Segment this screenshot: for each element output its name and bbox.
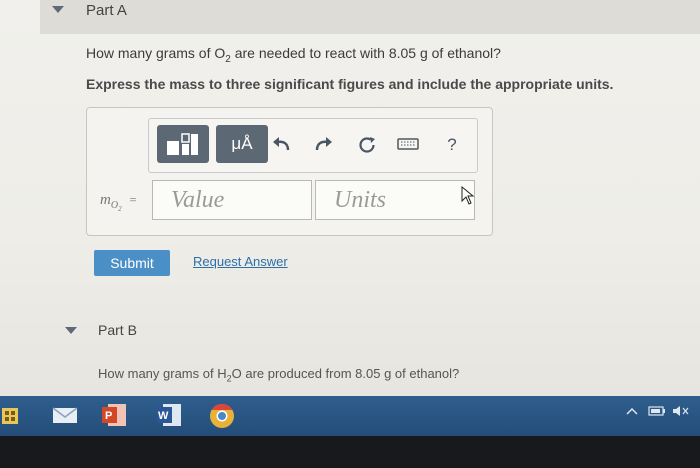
collapse-caret-icon[interactable] — [52, 6, 64, 13]
start-icon[interactable] — [2, 404, 18, 426]
value-input[interactable]: Value — [152, 180, 312, 220]
screen-bezel — [0, 436, 700, 468]
part-a-instruction: Express the mass to three significant fi… — [86, 76, 614, 92]
speaker-icon[interactable] — [672, 405, 690, 420]
help-icon[interactable]: ? — [440, 135, 464, 155]
expand-caret-icon[interactable] — [65, 327, 77, 334]
svg-text:P: P — [105, 410, 112, 422]
svg-text:W: W — [158, 410, 169, 422]
keyboard-icon[interactable] — [396, 135, 420, 155]
template-icon — [167, 133, 198, 155]
undo-icon[interactable] — [270, 135, 294, 157]
word-icon[interactable]: W — [155, 402, 183, 428]
battery-icon[interactable] — [648, 405, 666, 420]
reset-icon[interactable] — [355, 135, 379, 159]
mail-icon[interactable] — [52, 404, 78, 426]
part-a-question: How many grams of O2 are needed to react… — [86, 45, 501, 65]
template-button[interactable] — [157, 125, 209, 163]
powerpoint-icon[interactable]: P — [100, 402, 128, 428]
mouse-cursor-icon — [461, 186, 475, 205]
submit-button[interactable]: Submit — [94, 250, 170, 276]
part-b-title[interactable]: Part B — [98, 322, 137, 338]
part-a-header[interactable] — [40, 0, 700, 34]
request-answer-link[interactable]: Request Answer — [193, 254, 288, 269]
part-b-question: How many grams of H2O are produced from … — [98, 366, 460, 384]
redo-icon[interactable] — [311, 135, 335, 157]
units-button[interactable]: μÅ — [216, 125, 268, 163]
chevron-up-icon[interactable] — [626, 405, 638, 419]
units-input[interactable]: Units — [315, 180, 475, 220]
variable-label: mO2 = — [100, 192, 137, 213]
part-a-title: Part A — [86, 2, 127, 19]
chrome-icon[interactable] — [208, 402, 236, 430]
